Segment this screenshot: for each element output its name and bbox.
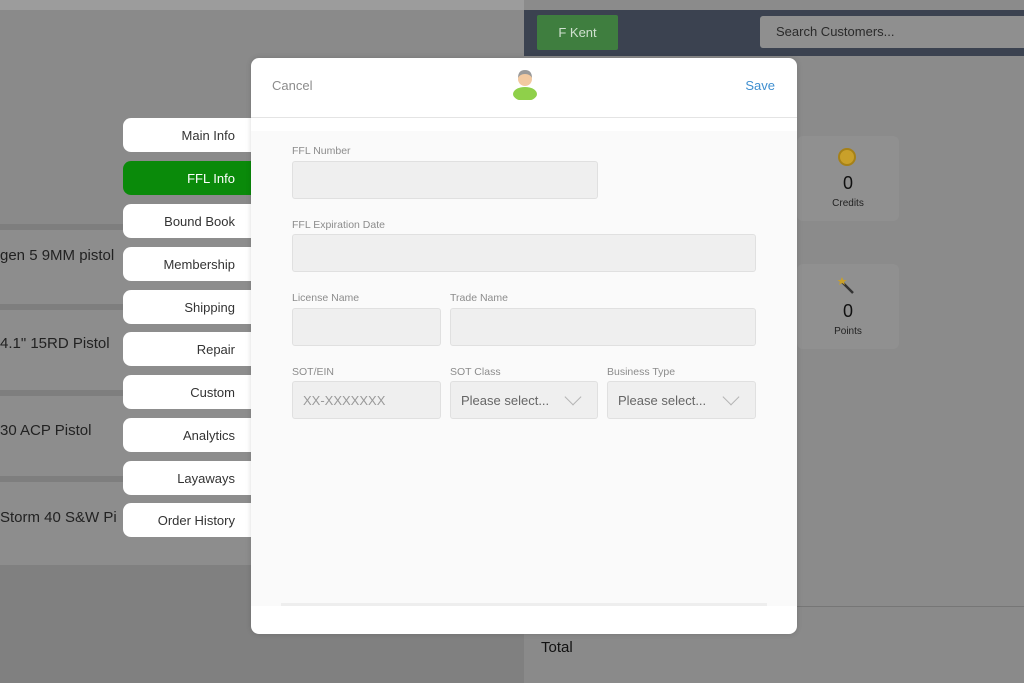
tab-ffl-info[interactable]: FFL Info <box>123 161 257 195</box>
sot-class-value: Please select... <box>461 393 550 408</box>
product-name: Storm 40 S&W Pi <box>0 509 117 526</box>
business-type-select[interactable]: Please select... <box>607 381 756 419</box>
tab-order-history[interactable]: Order History <box>123 503 257 537</box>
trade-name-label: Trade Name <box>450 292 508 304</box>
sot-ein-label: SOT/EIN <box>292 366 335 378</box>
credits-label: Credits <box>832 198 864 209</box>
product-name: 30 ACP Pistol <box>0 422 92 439</box>
business-type-label: Business Type <box>607 366 676 378</box>
ffl-number-label: FFL Number <box>292 145 351 157</box>
license-name-input[interactable] <box>292 308 441 346</box>
ffl-expiration-label: FFL Expiration Date <box>292 219 385 231</box>
tab-shipping[interactable]: Shipping <box>123 290 257 324</box>
tab-analytics[interactable]: Analytics <box>123 418 257 452</box>
credits-card: 0 Credits <box>797 136 899 221</box>
modal-header: Cancel Save <box>251 58 797 118</box>
license-name-label: License Name <box>292 292 360 304</box>
points-value: 0 <box>842 301 853 321</box>
customer-button[interactable]: F Kent <box>537 15 618 50</box>
sot-ein-input[interactable]: XX-XXXXXXX <box>292 381 441 419</box>
modal-footer-divider <box>281 603 767 606</box>
ffl-info-modal: Cancel Save FFL Number FFL Expiration Da… <box>251 58 797 634</box>
cancel-button[interactable]: Cancel <box>272 78 312 93</box>
ffl-number-input[interactable] <box>292 161 598 199</box>
chevron-down-icon <box>564 388 582 406</box>
tab-bound-book[interactable]: Bound Book <box>123 204 257 238</box>
tab-layaways[interactable]: Layaways <box>123 461 257 495</box>
ffl-expiration-date-input[interactable] <box>292 234 756 272</box>
ffl-form: FFL Number FFL Expiration Date License N… <box>251 131 797 606</box>
points-card: 0 Points <box>797 264 899 349</box>
tab-repair[interactable]: Repair <box>123 332 257 366</box>
product-name: 4.1" 15RD Pistol <box>0 335 110 352</box>
magic-wand-icon <box>837 276 857 296</box>
credits-value: 0 <box>842 173 853 193</box>
trade-name-input[interactable] <box>450 308 756 346</box>
tab-membership[interactable]: Membership <box>123 247 257 281</box>
points-label: Points <box>834 326 862 337</box>
save-button[interactable]: Save <box>745 78 775 93</box>
business-type-value: Please select... <box>618 393 707 408</box>
product-name: gen 5 9MM pistol <box>0 247 115 264</box>
tab-main-info[interactable]: Main Info <box>123 118 257 152</box>
sot-class-label: SOT Class <box>450 366 501 378</box>
total-label: Total <box>541 639 573 656</box>
sot-class-select[interactable]: Please select... <box>450 381 598 419</box>
tab-custom[interactable]: Custom <box>123 375 257 409</box>
customer-search-input[interactable]: Search Customers... <box>760 16 1024 48</box>
chevron-down-icon <box>722 388 740 406</box>
coin-icon <box>837 148 857 168</box>
product-panel-top-strip <box>0 0 524 10</box>
avatar-icon <box>513 70 537 100</box>
